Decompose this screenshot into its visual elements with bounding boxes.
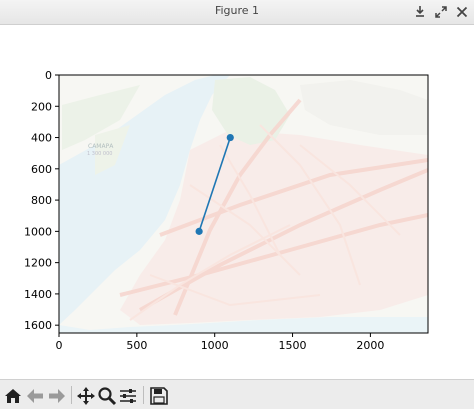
subplots-config-icon[interactable]: [118, 386, 138, 406]
y-tick-label: 200: [31, 100, 52, 113]
y-tick-label: 1000: [24, 225, 52, 238]
y-tick-label: 1200: [24, 257, 52, 270]
x-tick-label: 1500: [279, 339, 307, 352]
window-titlebar: Figure 1: [0, 0, 474, 25]
pan-move-icon[interactable]: [76, 386, 96, 406]
forward-arrow-icon[interactable]: [47, 386, 67, 406]
map-background: САМАРА 1 300 000: [59, 75, 428, 333]
y-tick-label: 0: [45, 69, 52, 82]
data-point: [195, 227, 203, 235]
x-tick-label: 0: [56, 339, 63, 352]
zoom-magnifier-icon[interactable]: [97, 386, 117, 406]
window-title: Figure 1: [214, 4, 260, 17]
y-axis: 0 200 400 600 800 1000 1200 1400 1600: [24, 69, 59, 332]
y-tick-label: 1600: [24, 319, 52, 332]
navigation-toolbar: [0, 379, 474, 409]
home-icon[interactable]: [3, 386, 23, 406]
save-disk-icon[interactable]: [149, 386, 169, 406]
chart-svg: САМАРА 1 300 000 0 500 1000 1500 2000 0 200 40…: [24, 69, 429, 352]
data-point: [226, 133, 234, 142]
y-tick-label: 600: [31, 163, 52, 176]
x-tick-label: 1000: [201, 339, 229, 352]
toolbar-separator: [71, 386, 72, 404]
x-axis: 0 500 1000 1500 2000: [56, 333, 384, 352]
y-tick-label: 1400: [24, 288, 52, 301]
x-tick-label: 2000: [356, 339, 384, 352]
close-icon[interactable]: [453, 3, 471, 21]
y-tick-label: 400: [31, 132, 52, 145]
minimize-icon[interactable]: [411, 3, 429, 21]
back-arrow-icon[interactable]: [25, 386, 45, 406]
y-tick-label: 800: [31, 194, 52, 207]
toolbar-separator: [143, 386, 144, 404]
maximize-icon[interactable]: [432, 3, 450, 21]
x-tick-label: 500: [126, 339, 147, 352]
figure-canvas[interactable]: САМАРА 1 300 000 0 500 1000 1500 2000 0 200 40…: [0, 25, 474, 378]
